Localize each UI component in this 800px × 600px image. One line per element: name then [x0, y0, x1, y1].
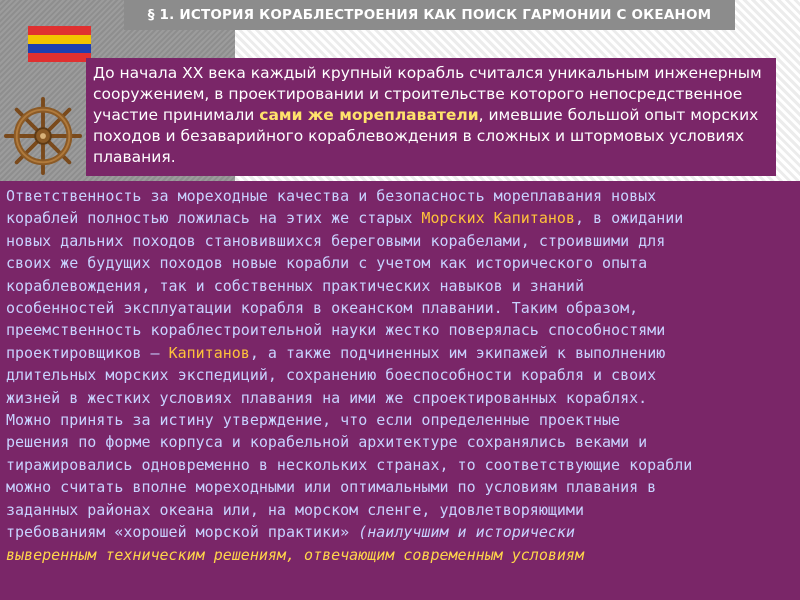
slide-title: § 1. ИСТОРИЯ КОРАБЛЕСТРОЕНИЯ КАК ПОИСК Г… [124, 0, 735, 30]
line-highlight: Морских Капитанов [421, 209, 575, 228]
line-text: требованиям «хорошей морской практики» [6, 523, 359, 542]
line-text: , а также подчиненных им экипажей к выпо… [249, 343, 666, 362]
intro-highlight: сами же мореплаватели [259, 106, 479, 124]
main-line: жизней в жестких условиях плавания на им… [6, 387, 792, 409]
ships-wheel-icon [4, 97, 82, 175]
line-highlight: Капитанов [168, 343, 250, 362]
main-line: Ответственность за мореходные качества и… [6, 185, 792, 207]
main-line: тиражировались одновременно в нескольких… [6, 454, 792, 476]
line-text: своих же будущих походов новые корабли с… [6, 254, 648, 273]
line-italic: (наилучшим и исторически [358, 523, 575, 542]
line-text: Ответственность за мореходные качества и… [6, 187, 657, 205]
line-text: особенностей эксплуатации корабля в океа… [6, 299, 639, 318]
flag-stripe [28, 35, 91, 44]
line-text: можно считать вполне мореходными или опт… [6, 478, 657, 497]
line-text: длительных морских экспедиций, сохранени… [6, 366, 657, 385]
main-line: особенностей эксплуатации корабля в океа… [6, 297, 792, 319]
main-line: преемственность кораблестроительной наук… [6, 319, 792, 341]
line-text: кораблевождения, так и собственных практ… [6, 276, 584, 295]
main-line: кораблей полностью ложилась на этих же с… [6, 207, 792, 229]
flag-stripe [28, 26, 91, 35]
main-line: проектировщиков – Капитанов, а также под… [6, 342, 792, 364]
main-line: выверенным техническим решениям, отвечаю… [6, 544, 792, 566]
main-line: новых дальних походов становившихся бере… [6, 230, 792, 252]
main-line: своих же будущих походов новые корабли с… [6, 252, 792, 274]
line-text: Можно принять за истину утверждение, что… [6, 411, 621, 430]
line-text: , в ожидании [574, 209, 684, 228]
main-line: заданных районах океана или, на морском … [6, 499, 792, 521]
line-text: проектировщиков – [6, 343, 169, 362]
line-italic: выверенным техническим решениям, отвечаю… [6, 545, 584, 564]
line-text: заданных районах океана или, на морском … [6, 500, 584, 519]
intro-text-box: До начала XX века каждый крупный корабль… [86, 58, 776, 176]
main-line: Можно принять за истину утверждение, что… [6, 409, 792, 431]
line-text: кораблей полностью ложилась на этих же с… [6, 209, 422, 228]
line-text: жизней в жестких условиях плавания на им… [6, 388, 648, 407]
line-text: преемственность кораблестроительной наук… [6, 321, 666, 340]
flag-stripe [28, 53, 91, 62]
main-line: кораблевождения, так и собственных практ… [6, 275, 792, 297]
main-line: требованиям «хорошей морской практики» (… [6, 521, 792, 543]
line-text: решения по форме корпуса и корабельной а… [6, 433, 648, 452]
main-line: длительных морских экспедиций, сохранени… [6, 364, 792, 386]
flag-icon [28, 26, 91, 62]
line-text: тиражировались одновременно в нескольких… [6, 455, 693, 474]
line-text: новых дальних походов становившихся бере… [6, 231, 666, 250]
main-line: можно считать вполне мореходными или опт… [6, 476, 792, 498]
flag-stripe [28, 44, 91, 53]
main-line: решения по форме корпуса и корабельной а… [6, 431, 792, 453]
main-text-box: Ответственность за мореходные качества и… [0, 181, 800, 600]
